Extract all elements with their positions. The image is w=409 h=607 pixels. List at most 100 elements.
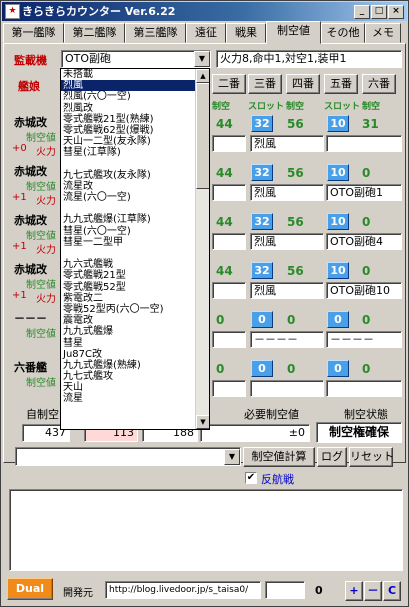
dropdown-option[interactable]: 烈風改	[61, 103, 209, 114]
dropdown-option[interactable]: 零式艦戦52型	[61, 282, 209, 293]
slot-button-6[interactable]: 六番	[362, 74, 396, 94]
dropdown-option[interactable]	[61, 159, 209, 170]
log-button[interactable]: ログ	[317, 447, 347, 467]
log-textarea[interactable]	[9, 489, 403, 571]
tab-fleet3[interactable]: 第三艦隊	[125, 23, 186, 43]
plus-button[interactable]: +	[345, 581, 363, 601]
slot-button-3[interactable]: 三番	[248, 74, 282, 94]
chevron-down-icon[interactable]: ▼	[224, 449, 240, 465]
dev-url-field[interactable]: http://blog.livedoor.jp/s_taisa0/	[105, 581, 261, 599]
air-value: 0	[216, 313, 225, 327]
close-button[interactable]: ×	[388, 5, 404, 19]
tab-other[interactable]: その他	[321, 23, 365, 43]
air-value-label: 制空値	[26, 280, 56, 291]
scroll-thumb[interactable]	[196, 83, 209, 189]
equipment-slot[interactable]: 烈風	[250, 282, 324, 299]
dropdown-option[interactable]: 彗星(六〇一空)	[61, 226, 209, 237]
equipment-select[interactable]: OTO副砲	[61, 50, 211, 68]
equipment-slot[interactable]	[212, 331, 246, 348]
scroll-up-icon[interactable]: ▲	[196, 69, 209, 83]
minus-button[interactable]: －	[364, 581, 382, 601]
slot-count-button[interactable]: 32	[251, 115, 273, 132]
slot-count-button[interactable]: 0	[251, 360, 273, 377]
dropdown-option[interactable]: 流星改	[61, 181, 209, 192]
dropdown-option[interactable]: 零式艦戦21型(熟練)	[61, 114, 209, 125]
reset-button[interactable]: リセット	[349, 447, 394, 467]
dropdown-option[interactable]: 零式艦戦62型(爆戦)	[61, 125, 209, 136]
equipment-slot[interactable]	[212, 380, 246, 397]
slot-count-button[interactable]: 0	[251, 311, 273, 328]
slot-button-5[interactable]: 五番	[324, 74, 358, 94]
dropdown-option[interactable]: 九七式艦攻(友永隊)	[61, 170, 209, 181]
equipment-slot[interactable]	[212, 233, 246, 250]
slot-count-button[interactable]: 32	[251, 164, 273, 181]
minimize-button[interactable]: _	[354, 5, 370, 19]
slot-count-button[interactable]: 10	[327, 262, 349, 279]
slot-count-button[interactable]: 0	[327, 360, 349, 377]
counter-input[interactable]	[265, 581, 305, 599]
dropdown-option[interactable]: 零式艦戦21型	[61, 270, 209, 281]
equipment-slot[interactable]: －－－－	[250, 331, 324, 348]
dropdown-option[interactable]: 零戦52型丙(六〇一空)	[61, 304, 209, 315]
equipment-slot[interactable]: OTO副砲1	[326, 184, 402, 201]
equipment-slot[interactable]	[250, 380, 324, 397]
equipment-slot[interactable]	[212, 135, 246, 152]
dropdown-option[interactable]: 流星	[61, 393, 209, 404]
equipment-slot[interactable]: 烈風	[250, 233, 324, 250]
equipment-slot[interactable]	[212, 282, 246, 299]
tab-expedition[interactable]: 遠征	[186, 23, 226, 43]
equipment-dropdown-list[interactable]: 未搭載 烈風 烈風(六〇一空) 烈風改 零式艦戦21型(熟練) 零式艦戦62型(爆戦) 天山…	[60, 68, 210, 430]
equipment-slot[interactable]: 烈風	[250, 135, 324, 152]
clear-button[interactable]: C	[383, 581, 401, 601]
dropdown-option[interactable]: Ju87C改	[61, 349, 209, 360]
dropdown-option[interactable]: 流星(六〇一空)	[61, 192, 209, 203]
dual-button[interactable]: Dual	[7, 578, 53, 600]
log-select[interactable]	[15, 447, 241, 466]
dropdown-option[interactable]: 烈風(六〇一空)	[61, 91, 209, 102]
tab-results[interactable]: 戦果	[226, 23, 266, 43]
equipment-slot[interactable]	[326, 380, 402, 397]
maximize-button[interactable]: □	[371, 5, 387, 19]
dropdown-option[interactable]: 九九式艦爆	[61, 326, 209, 337]
equipment-slot[interactable]: －－－－	[326, 331, 402, 348]
equipment-slot[interactable]: OTO副砲10	[326, 282, 402, 299]
scroll-down-icon[interactable]: ▼	[196, 415, 209, 429]
tab-memo[interactable]: メモ	[365, 23, 401, 43]
firepower-label: 火力	[36, 196, 56, 207]
dropdown-option[interactable]	[61, 203, 209, 214]
chevron-down-icon[interactable]: ▼	[194, 51, 210, 67]
dropdown-option[interactable]: 天山一二型(友永隊)	[61, 136, 209, 147]
dropdown-option[interactable]: 紫電改二	[61, 293, 209, 304]
slot-count-button[interactable]: 32	[251, 213, 273, 230]
equipment-slot[interactable]	[212, 184, 246, 201]
calc-air-button[interactable]: 制空値計算	[243, 447, 315, 467]
title-bar[interactable]: ★ きらきらカウンター Ver.6.22 _ □ ×	[2, 2, 407, 21]
tab-fleet1[interactable]: 第一艦隊	[3, 23, 64, 43]
dropdown-option[interactable]: 烈風	[61, 80, 209, 92]
dropdown-option[interactable]: 未搭載	[61, 69, 209, 80]
dropdown-option[interactable]: 九六式艦戦	[61, 259, 209, 270]
counter-battle-checkbox[interactable]: ✔	[245, 472, 257, 484]
tab-fleet2[interactable]: 第二艦隊	[64, 23, 125, 43]
dropdown-option[interactable]: 九七式艦攻	[61, 371, 209, 382]
dropdown-option[interactable]: 彗星一二型甲	[61, 237, 209, 248]
dropdown-option[interactable]: 彗星(江草隊)	[61, 147, 209, 158]
slot-count-button[interactable]: 0	[327, 311, 349, 328]
equipment-slot[interactable]	[326, 135, 402, 152]
dropdown-option[interactable]: 天山	[61, 382, 209, 393]
dropdown-option[interactable]: 九九式艦爆(江草隊)	[61, 214, 209, 225]
dropdown-option[interactable]: 九九式艦爆(熟練)	[61, 360, 209, 371]
slot-count-button[interactable]: 10	[327, 213, 349, 230]
dropdown-scrollbar[interactable]: ▲ ▼	[195, 69, 209, 429]
dropdown-option[interactable]: 彗星	[61, 338, 209, 349]
slot-button-4[interactable]: 四番	[286, 74, 320, 94]
slot-button-2[interactable]: 二番	[212, 74, 246, 94]
dropdown-option[interactable]	[61, 248, 209, 259]
dropdown-option[interactable]: 震電改	[61, 315, 209, 326]
slot-count-button[interactable]: 10	[327, 164, 349, 181]
equipment-slot[interactable]: OTO副砲4	[326, 233, 402, 250]
slot-count-button[interactable]: 32	[251, 262, 273, 279]
equipment-slot[interactable]: 烈風	[250, 184, 324, 201]
tab-air-power[interactable]: 制空値	[266, 21, 321, 44]
slot-count-button[interactable]: 10	[327, 115, 349, 132]
